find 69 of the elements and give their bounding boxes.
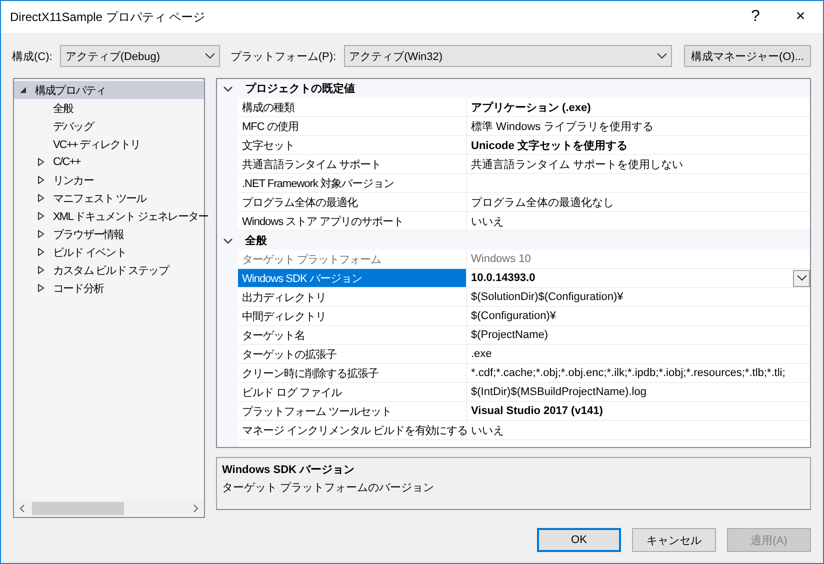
property-name[interactable]: .NET Framework 対象バージョン [238, 174, 467, 193]
tree-item[interactable]: ビルド イベント [14, 243, 204, 261]
property-value[interactable]: 標準 Windows ライブラリを使用する [467, 117, 810, 136]
property-name[interactable]: ビルド ログ ファイル [238, 383, 467, 402]
dropdown-chevron-icon [796, 275, 806, 281]
collapse-chevron-icon[interactable] [223, 84, 233, 92]
close-button[interactable]: × [778, 1, 823, 33]
dropdown-chevron-icon [205, 53, 216, 59]
property-value[interactable]: .exe [467, 345, 810, 364]
property-name[interactable]: 文字セット [238, 136, 467, 155]
property-name[interactable]: 構成の種類 [238, 98, 467, 117]
property-name[interactable]: 共通言語ランタイム サポート [238, 155, 467, 174]
collapsed-arrow-icon[interactable] [37, 194, 45, 202]
tree-item[interactable]: C/C++ [14, 153, 204, 171]
property-value[interactable]: 10.0.14393.0 [467, 269, 810, 288]
tree-item[interactable]: コード分析 [14, 279, 204, 297]
help-button[interactable]: ? [733, 1, 778, 33]
tree-item[interactable]: カスタム ビルド ステップ [14, 261, 204, 279]
property-value[interactable]: アプリケーション (.exe) [467, 98, 810, 117]
property-value[interactable]: *.cdf;*.cache;*.obj;*.obj.enc;*.ilk;*.ipdb;*.iobj;*.resources;*.tlb;*.tli; [467, 364, 810, 383]
property-name[interactable]: 出力ディレクトリ [238, 288, 467, 307]
property-name[interactable]: ターゲット名 [238, 326, 467, 345]
property-value[interactable]: Visual Studio 2017 (v141) [467, 402, 810, 421]
platform-label: プラットフォーム(P): [230, 50, 336, 64]
property-name[interactable]: 中間ディレクトリ [238, 307, 467, 326]
property-value[interactable]: いいえ [467, 421, 810, 440]
property-name[interactable]: MFC の使用 [238, 117, 467, 136]
dropdown-chevron-icon [656, 53, 667, 59]
property-value[interactable]: プログラム全体の最適化なし [467, 193, 810, 212]
configuration-label: 構成(C): [12, 50, 52, 64]
tree-item[interactable]: リンカー [14, 171, 204, 189]
collapsed-arrow-icon[interactable] [37, 266, 45, 274]
tree-item[interactable]: 全般 [14, 99, 204, 117]
horizontal-scrollbar[interactable] [14, 500, 204, 517]
collapsed-arrow-icon[interactable] [37, 284, 45, 292]
description-text: ターゲット プラットフォームのバージョン [222, 480, 436, 495]
collapsed-arrow-icon[interactable] [37, 176, 45, 184]
property-value[interactable]: $(SolutionDir)$(Configuration)¥ [467, 288, 810, 307]
property-name[interactable]: マネージ インクリメンタル ビルドを有効にする [238, 421, 467, 440]
property-name[interactable]: プラットフォーム ツールセット [238, 402, 467, 421]
collapsed-arrow-icon[interactable] [37, 248, 45, 256]
tree-item[interactable]: デバッグ [14, 117, 204, 135]
tree-item[interactable]: 構成プロパティ [14, 81, 204, 99]
property-value[interactable]: Unicode 文字セットを使用する [467, 136, 810, 155]
description-title: Windows SDK バージョン [222, 463, 356, 477]
property-name[interactable]: プログラム全体の最適化 [238, 193, 467, 212]
collapsed-arrow-icon[interactable] [37, 158, 45, 166]
property-value[interactable]: 共通言語ランタイム サポートを使用しない [467, 155, 810, 174]
window-title: DirectX11Sample プロパティ ページ [10, 8, 206, 26]
property-name[interactable]: Windows SDK バージョン [238, 269, 467, 288]
configuration-manager-button[interactable]: 構成マネージャー(O)... [684, 45, 811, 67]
tree-item[interactable]: マニフェスト ツール [14, 189, 204, 207]
collapsed-arrow-icon[interactable] [37, 212, 45, 220]
collapsed-arrow-icon[interactable] [37, 230, 45, 238]
dialog-button[interactable]: キャンセル [632, 528, 716, 552]
property-value[interactable]: $(Configuration)¥ [467, 307, 810, 326]
tree-item[interactable]: VC++ ディレクトリ [14, 135, 204, 153]
property-value[interactable]: $(IntDir)$(MSBuildProjectName).log [467, 383, 810, 402]
collapse-chevron-icon[interactable] [223, 236, 233, 244]
property-value[interactable]: $(ProjectName) [467, 326, 810, 345]
property-name[interactable]: ターゲットの拡張子 [238, 345, 467, 364]
dialog-button[interactable]: OK [537, 528, 621, 552]
expanded-arrow-icon[interactable] [19, 86, 27, 94]
configuration-dropdown[interactable]: アクティブ(Debug) [60, 45, 220, 67]
dropdown-button[interactable] [793, 270, 810, 286]
property-name[interactable]: クリーン時に削除する拡張子 [238, 364, 467, 383]
platform-dropdown[interactable]: アクティブ(Win32) [344, 45, 672, 67]
property-name[interactable]: Windows ストア アプリのサポート [238, 212, 467, 231]
tree-item[interactable]: ブラウザー情報 [14, 225, 204, 243]
